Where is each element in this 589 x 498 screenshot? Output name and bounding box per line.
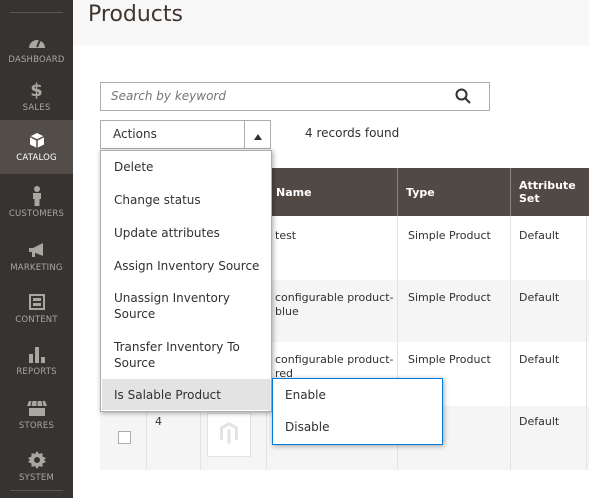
- cell-attribute-set: Default: [519, 229, 560, 242]
- menu-item-update-attributes[interactable]: Update attributes: [102, 221, 270, 245]
- gear-icon: [27, 449, 46, 471]
- sidebar-label: STORES: [18, 421, 55, 431]
- cell-name[interactable]: configurable product-blue: [275, 291, 395, 319]
- sidebar-label: REPORTS: [16, 367, 57, 377]
- column-header-label: Type: [406, 185, 435, 199]
- row-checkbox[interactable]: [118, 431, 131, 444]
- menu-item-unassign-inventory-source[interactable]: Unassign Inventory Source: [102, 288, 242, 324]
- menu-item-assign-inventory-source[interactable]: Assign Inventory Source: [102, 254, 270, 278]
- sidebar-label: CUSTOMERS: [8, 209, 65, 219]
- sidebar-label: MARKETING: [10, 263, 63, 273]
- storefront-icon: [26, 397, 47, 419]
- cell-type: Simple Product: [408, 229, 491, 242]
- sidebar-item-reports[interactable]: REPORTS: [0, 334, 73, 388]
- menu-item-transfer-inventory[interactable]: Transfer Inventory To Source: [102, 337, 252, 373]
- sidebar-label: SALES: [22, 103, 51, 113]
- column-header-attribute-set[interactable]: Attribute Set: [510, 168, 589, 216]
- box-icon: [29, 129, 45, 151]
- megaphone-icon: [27, 239, 47, 261]
- sidebar-label: CONTENT: [15, 315, 58, 325]
- person-icon: [31, 185, 43, 207]
- sidebar-divider: [10, 490, 63, 491]
- cell-attribute-set: Default: [519, 415, 560, 428]
- sidebar-item-catalog[interactable]: CATALOG: [0, 120, 73, 174]
- cell-type: Simple Product: [408, 291, 491, 304]
- search-input[interactable]: [111, 89, 431, 103]
- actions-menu: Delete Change status Update attributes A…: [100, 150, 272, 412]
- cell-attribute-set: Default: [519, 291, 560, 304]
- search-box: [100, 82, 490, 111]
- cell-id: 4: [155, 415, 162, 428]
- submenu-item-disable[interactable]: Disable: [285, 420, 330, 434]
- admin-sidebar: DASHBOARD $ SALES CATALOG CUSTOMERS MARK…: [0, 0, 73, 498]
- column-header-type[interactable]: Type: [397, 168, 510, 216]
- layout-icon: [28, 291, 45, 313]
- actions-dropdown[interactable]: Actions: [100, 120, 271, 149]
- column-divider: [510, 216, 511, 470]
- cell-name[interactable]: test: [275, 229, 395, 243]
- column-header-label: Attribute Set: [519, 179, 576, 205]
- sidebar-item-content[interactable]: CONTENT: [0, 282, 73, 336]
- sidebar-label: DASHBOARD: [8, 55, 65, 65]
- menu-item-change-status[interactable]: Change status: [102, 188, 270, 212]
- is-salable-submenu: Enable Disable: [272, 378, 443, 445]
- dollar-icon: $: [30, 79, 43, 101]
- caret-up-icon: [253, 125, 262, 144]
- column-divider: [586, 216, 587, 470]
- sidebar-item-system[interactable]: SYSTEM: [0, 440, 73, 494]
- column-header-label: Name: [276, 185, 312, 199]
- actions-label: Actions: [113, 127, 157, 141]
- search-icon[interactable]: [455, 88, 471, 108]
- records-found: 4 records found: [305, 126, 400, 140]
- product-thumbnail[interactable]: [207, 413, 251, 457]
- sidebar-label: CATALOG: [16, 153, 57, 163]
- sidebar-item-sales[interactable]: $ SALES: [0, 70, 73, 124]
- cell-attribute-set: Default: [519, 353, 560, 366]
- bar-chart-icon: [28, 343, 46, 365]
- sidebar-divider: [10, 12, 63, 13]
- sidebar-item-dashboard[interactable]: DASHBOARD: [0, 22, 73, 76]
- sidebar-item-marketing[interactable]: MARKETING: [0, 230, 73, 284]
- sidebar-item-customers[interactable]: CUSTOMERS: [0, 176, 73, 230]
- menu-item-is-salable-product[interactable]: Is Salable Product: [102, 379, 270, 410]
- column-header-name[interactable]: Name: [267, 168, 397, 216]
- page-title: Products: [88, 2, 183, 27]
- cell-type: Simple Product: [408, 353, 491, 366]
- magento-logo-icon: [220, 422, 238, 448]
- dropdown-toggle[interactable]: [244, 121, 270, 148]
- sidebar-item-stores[interactable]: STORES: [0, 388, 73, 442]
- sidebar-label: SYSTEM: [18, 473, 55, 483]
- submenu-item-enable[interactable]: Enable: [285, 388, 326, 402]
- cell-name[interactable]: configurable product-red: [275, 353, 395, 381]
- menu-item-delete[interactable]: Delete: [102, 155, 270, 179]
- dashboard-icon: [28, 31, 46, 53]
